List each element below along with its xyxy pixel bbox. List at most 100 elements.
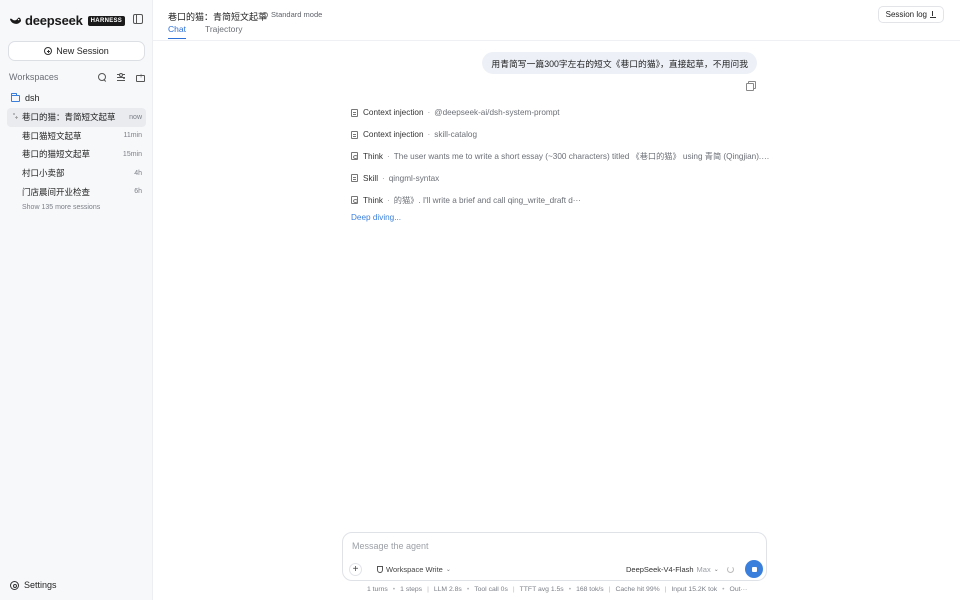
page-title: 巷口的猫：青简短文起草 xyxy=(168,12,268,22)
main-panel: 巷口的猫：青简短文起草 Standard mode Chat Trajector… xyxy=(153,0,960,600)
effort-level: Max xyxy=(696,565,711,574)
show-more-sessions-link[interactable]: Show 135 more sessions xyxy=(22,204,100,211)
session-item[interactable]: 巷口的猫短文起草 15min xyxy=(7,145,146,164)
harness-badge: HARNESS xyxy=(87,15,126,26)
search-icon[interactable] xyxy=(98,72,107,82)
stat-input: Input 15.2K tok xyxy=(671,586,718,593)
document-icon xyxy=(351,108,358,117)
settings-button[interactable]: Settings xyxy=(10,580,57,590)
session-title: 村口小卖部 xyxy=(22,168,65,179)
stat-steps: 1 steps xyxy=(400,586,423,593)
session-title: 巷口猫短文起草 xyxy=(22,130,82,141)
session-time: 4h xyxy=(134,169,142,177)
permission-label: Workspace Write xyxy=(386,565,443,574)
step-label: Context injection xyxy=(363,130,424,140)
stat-turns: 1 turns xyxy=(367,586,388,593)
session-log-button[interactable]: Session log xyxy=(877,6,944,23)
session-log-label: Session log xyxy=(885,10,927,19)
new-session-label: New Session xyxy=(56,46,109,56)
skill-icon xyxy=(351,174,358,183)
stat-ttft: TTFT avg 1.5s xyxy=(519,586,564,593)
tab-bar: Chat Trajectory xyxy=(168,24,242,39)
session-title: 巷口的猫：青简短文起草 xyxy=(22,112,116,123)
add-attachment-button[interactable]: + xyxy=(349,563,362,576)
step-separator: · xyxy=(382,173,385,183)
sidebar: deepseek HARNESS New Session Workspaces … xyxy=(0,0,153,600)
header-divider xyxy=(153,40,960,41)
step-label: Skill xyxy=(363,173,379,183)
step-label: Context injection xyxy=(363,108,424,118)
mode-label: Standard mode xyxy=(271,10,323,19)
model-name: DeepSeek-V4-Flash xyxy=(626,565,694,574)
session-time: now xyxy=(129,113,142,121)
step-separator: · xyxy=(387,151,390,161)
step-row[interactable]: Think · The user wants me to write a sho… xyxy=(351,146,771,168)
session-item[interactable]: 巷口猫短文起草 11min xyxy=(7,127,146,146)
stat-separator: | xyxy=(427,586,429,593)
session-time: 6h xyxy=(134,188,142,196)
stats-bar: 1 turns • 1 steps | LLM 2.8s • Tool call… xyxy=(367,586,752,593)
workspaces-title: Workspaces xyxy=(9,72,59,82)
filter-icon[interactable] xyxy=(117,72,126,82)
session-item[interactable]: 门店晨间开业检查 6h xyxy=(7,182,146,201)
chevron-down-icon: ⌄ xyxy=(445,567,451,573)
session-title: 门店晨间开业检查 xyxy=(22,186,91,197)
stop-button[interactable] xyxy=(745,560,763,578)
step-row[interactable]: Context injection · skill-catalog xyxy=(351,124,771,146)
session-time: 11min xyxy=(123,132,142,140)
message-composer: + Workspace Write ⌄ DeepSeek-V4-Flash Ma… xyxy=(342,532,767,581)
session-title: 巷口的猫短文起草 xyxy=(22,149,91,160)
session-item[interactable]: 巷口的猫：青简短文起草 now xyxy=(7,108,146,127)
sidebar-toggle-icon[interactable] xyxy=(133,14,143,24)
brand-logo[interactable]: deepseek HARNESS xyxy=(9,13,126,28)
session-time: 15min xyxy=(122,150,142,158)
plus-circle-icon xyxy=(44,47,53,55)
tab-trajectory[interactable]: Trajectory xyxy=(205,24,242,39)
session-item[interactable]: 村口小卖部 4h xyxy=(7,164,146,183)
stop-icon xyxy=(751,566,757,572)
settings-label: Settings xyxy=(24,580,57,590)
user-message-bubble: 用青简写一篇300字左右的短文《巷口的猫》，直接起草，不用问我 xyxy=(482,52,757,74)
stat-separator: • xyxy=(722,586,725,593)
step-label: Think xyxy=(363,195,384,205)
shield-icon xyxy=(377,566,383,573)
chevron-down-icon: ⌄ xyxy=(713,567,719,573)
step-separator: · xyxy=(427,108,431,118)
loading-icon xyxy=(727,566,734,573)
step-row[interactable]: Think · 的猫》. I'll write a brief and call… xyxy=(351,189,771,211)
document-icon xyxy=(351,130,358,139)
stat-separator: | xyxy=(664,586,667,593)
stat-cache: Cache hit 99% xyxy=(615,586,660,593)
gear-icon xyxy=(10,580,19,590)
permission-selector[interactable]: Workspace Write ⌄ xyxy=(377,565,451,574)
step-row[interactable]: Context injection · @deepseek-ai/dsh-sys… xyxy=(351,102,771,124)
stat-tool: Tool call 0s xyxy=(474,586,508,593)
step-detail: The user wants me to write a short essay… xyxy=(393,152,771,162)
session-list: 巷口的猫：青简短文起草 now 巷口猫短文起草 11min 巷口的猫短文起草 1… xyxy=(7,108,146,201)
status-text: Deep diving... xyxy=(351,213,402,222)
think-icon xyxy=(351,152,358,161)
step-detail: @deepseek-ai/dsh-system-prompt xyxy=(434,108,560,118)
step-detail: 的猫》. I'll write a brief and call qing_wr… xyxy=(393,196,581,206)
stat-separator: • xyxy=(392,586,396,593)
copy-icon[interactable] xyxy=(746,81,756,91)
step-label: Think xyxy=(363,151,384,161)
model-selector[interactable]: DeepSeek-V4-Flash Max ⌄ xyxy=(626,565,719,574)
stat-llm: LLM 2.8s xyxy=(433,586,462,593)
download-icon xyxy=(930,11,936,18)
workspaces-header: Workspaces xyxy=(9,72,145,82)
step-separator: · xyxy=(387,195,390,205)
workspace-name: dsh xyxy=(25,93,40,103)
step-detail: qingml-syntax xyxy=(388,173,440,183)
new-folder-icon[interactable] xyxy=(136,73,145,82)
new-session-button[interactable]: New Session xyxy=(8,41,145,61)
folder-icon xyxy=(11,92,20,102)
stat-output: Out··· xyxy=(729,586,748,593)
mode-indicator[interactable]: Standard mode xyxy=(260,10,323,19)
whale-logo-icon xyxy=(10,17,21,24)
message-input[interactable] xyxy=(352,541,732,551)
tab-chat[interactable]: Chat xyxy=(168,24,186,39)
step-row[interactable]: Skill · qingml-syntax xyxy=(351,167,771,189)
think-icon xyxy=(351,196,358,205)
workspace-item-dsh[interactable]: dsh xyxy=(11,92,40,103)
